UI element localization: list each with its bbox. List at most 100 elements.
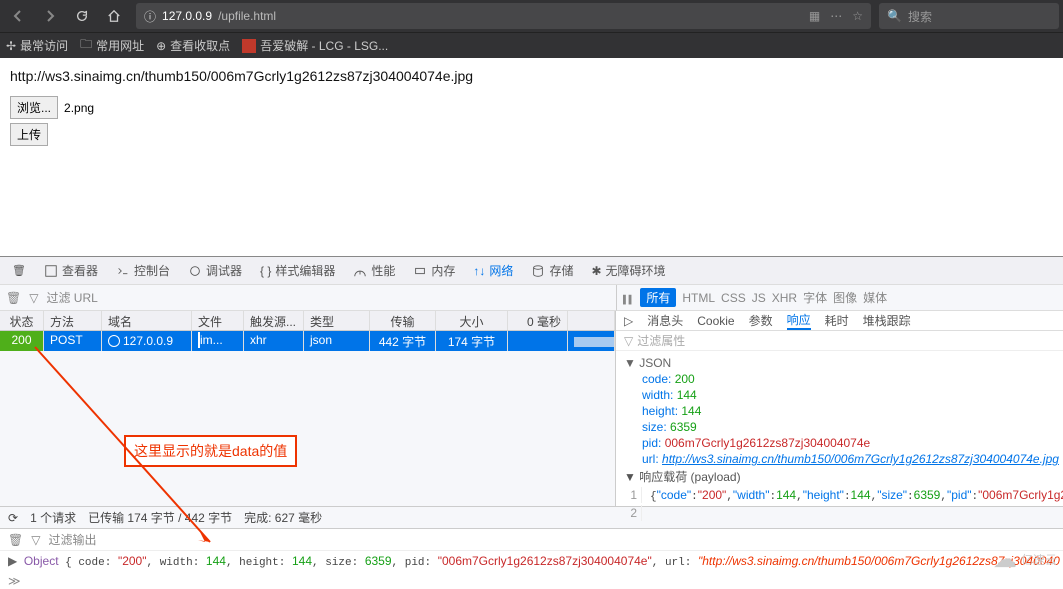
console-log-line[interactable]: ▶ Object { code: "200", width: 144, heig…: [0, 551, 1063, 572]
annotation-box: 这里显示的就是data的值: [124, 435, 297, 467]
json-label[interactable]: ▼ JSON: [624, 355, 1063, 371]
col-size[interactable]: 大小: [436, 311, 508, 330]
type-font[interactable]: 字体: [803, 289, 827, 306]
tab-console[interactable]: 控制台: [108, 258, 178, 283]
tab-stack[interactable]: 堆栈跟踪: [863, 312, 911, 329]
type-html[interactable]: HTML: [682, 291, 715, 305]
info-icon: ⓘ: [144, 8, 156, 25]
upload-button[interactable]: 上传: [10, 123, 48, 146]
json-response: ▼ JSON code: 200 width: 144 height: 144 …: [616, 351, 1063, 527]
star-icon[interactable]: ☆: [852, 9, 863, 23]
reload-button[interactable]: [68, 2, 96, 30]
tab-headers[interactable]: 消息头: [647, 312, 683, 329]
response-filter[interactable]: ▽过滤属性: [616, 331, 1063, 351]
url-bar[interactable]: ⓘ 127.0.0.9/upfile.html ▦ ⋯ ☆: [136, 3, 871, 29]
url-path: /upfile.html: [218, 9, 276, 23]
col-transfer[interactable]: 传输: [370, 311, 436, 330]
console-filter-row: 🗑 ▽ 过滤输出: [0, 529, 1063, 551]
tab-inspector[interactable]: 查看器: [36, 258, 106, 283]
tab-cookie[interactable]: Cookie: [697, 314, 734, 328]
filter-icon: ▽: [624, 334, 633, 348]
cell-timeline: [568, 331, 615, 351]
trash-icon[interactable]: 🗑: [4, 260, 34, 281]
cell-status: 200: [0, 331, 44, 351]
toggle-icon[interactable]: ▷: [624, 314, 633, 328]
response-tabs: ▷ 消息头 Cookie 参数 响应 耗时 堆栈跟踪: [616, 311, 1063, 331]
type-xhr[interactable]: XHR: [772, 291, 797, 305]
col-file[interactable]: 文件: [192, 311, 244, 330]
folder-icon: 🗀: [80, 35, 92, 56]
globe-icon: ⊕: [156, 39, 166, 53]
col-zero[interactable]: 0 毫秒: [508, 311, 568, 330]
url-host: 127.0.0.9: [162, 9, 212, 23]
browser-toolbar: ⓘ 127.0.0.9/upfile.html ▦ ⋯ ☆ 🔍 搜索: [0, 0, 1063, 32]
bookmark-wuai[interactable]: 吾爱破解 - LCG - LSG...: [242, 37, 388, 54]
cell-type: json: [304, 331, 370, 351]
status-transfer: 已传输 174 字节 / 442 字节: [88, 509, 232, 526]
status-done: 完成: 627 毫秒: [244, 509, 322, 526]
tab-network[interactable]: ↑↓网络: [465, 258, 521, 283]
bookmark-viewcancel[interactable]: ⊕查看收取点: [156, 37, 230, 54]
pause-icon[interactable]: [623, 291, 634, 305]
tab-debugger[interactable]: 调试器: [180, 258, 250, 283]
more-icon[interactable]: ⋯: [830, 9, 842, 23]
console-filter-input[interactable]: 过滤输出: [48, 531, 96, 548]
type-css[interactable]: CSS: [721, 291, 746, 305]
cloud-icon: ☁: [993, 545, 1017, 574]
network-row[interactable]: 200 POST 127.0.0.9 im... xhr json 442 字节…: [0, 331, 615, 351]
network-icon: ↑↓: [473, 264, 485, 278]
tab-memory[interactable]: 内存: [405, 258, 463, 283]
cell-domain: 127.0.0.9: [102, 331, 192, 351]
type-js[interactable]: JS: [752, 291, 766, 305]
bookmark-common[interactable]: 🗀常用网址: [80, 35, 144, 56]
globe-icon: [108, 335, 120, 347]
bookmark-icon: ✢: [6, 39, 16, 53]
network-request-list: 状态 方法 域名 文件 触发源... 类型 传输 大小 0 毫秒 200 POS…: [0, 311, 616, 506]
trash-icon[interactable]: 🗑: [6, 291, 21, 305]
col-status[interactable]: 状态: [0, 311, 44, 330]
filter-icon[interactable]: ▽: [31, 533, 40, 547]
devtools: 🗑 查看器 控制台 调试器 { }样式编辑器 性能 内存 ↑↓网络 存储 ✱无障…: [0, 256, 1063, 589]
tab-timing[interactable]: 耗时: [825, 312, 849, 329]
tab-perf[interactable]: 性能: [345, 258, 403, 283]
style-icon: { }: [260, 264, 271, 278]
col-domain[interactable]: 域名: [102, 311, 192, 330]
network-details: ▷ 消息头 Cookie 参数 响应 耗时 堆栈跟踪 ▽过滤属性 ▼ JSON …: [616, 311, 1063, 506]
payload-label[interactable]: ▼ 响应载荷 (payload): [624, 467, 1063, 487]
forward-button[interactable]: [36, 2, 64, 30]
network-filter-row: 🗑 ▽ 过滤 URL: [0, 285, 616, 311]
col-cause[interactable]: 触发源...: [244, 311, 304, 330]
filter-input[interactable]: 过滤 URL: [46, 289, 97, 306]
site-icon: [242, 39, 256, 53]
retry-icon[interactable]: ⟳: [8, 511, 18, 525]
bookmark-freq[interactable]: ✢最常访问: [6, 37, 68, 54]
console-prompt[interactable]: ≫: [0, 572, 1063, 589]
tab-response[interactable]: 响应: [787, 311, 811, 330]
tab-params[interactable]: 参数: [749, 312, 773, 329]
col-timeline: [568, 311, 615, 330]
search-bar[interactable]: 🔍 搜索: [879, 3, 1059, 29]
tab-style[interactable]: { }样式编辑器: [252, 258, 343, 283]
tab-storage[interactable]: 存储: [523, 258, 581, 283]
page-content: http://ws3.sinaimg.cn/thumb150/006m7Gcrl…: [0, 58, 1063, 256]
col-method[interactable]: 方法: [44, 311, 102, 330]
trash-icon[interactable]: 🗑: [8, 533, 23, 547]
browse-button[interactable]: 浏览...: [10, 96, 58, 119]
type-media[interactable]: 媒体: [863, 289, 887, 306]
cell-zero: [508, 331, 568, 351]
selected-file: 2.png: [64, 101, 94, 115]
page-text-url: http://ws3.sinaimg.cn/thumb150/006m7Gcrl…: [10, 68, 1053, 84]
response-type-tabs: 所有 HTML CSS JS XHR 字体 图像 媒体: [616, 285, 1063, 311]
back-button[interactable]: [4, 2, 32, 30]
filter-icon[interactable]: ▽: [29, 291, 38, 305]
home-button[interactable]: [100, 2, 128, 30]
devtools-tabs: 🗑 查看器 控制台 调试器 { }样式编辑器 性能 内存 ↑↓网络 存储 ✱无障…: [0, 257, 1063, 285]
reader-icon[interactable]: ▦: [809, 9, 820, 23]
col-type[interactable]: 类型: [304, 311, 370, 330]
type-image[interactable]: 图像: [833, 289, 857, 306]
cell-cause: xhr: [244, 331, 304, 351]
a11y-icon: ✱: [591, 264, 601, 278]
tab-a11y[interactable]: ✱无障碍环境: [583, 258, 673, 283]
type-all[interactable]: 所有: [640, 288, 676, 307]
search-icon: 🔍: [887, 9, 902, 23]
